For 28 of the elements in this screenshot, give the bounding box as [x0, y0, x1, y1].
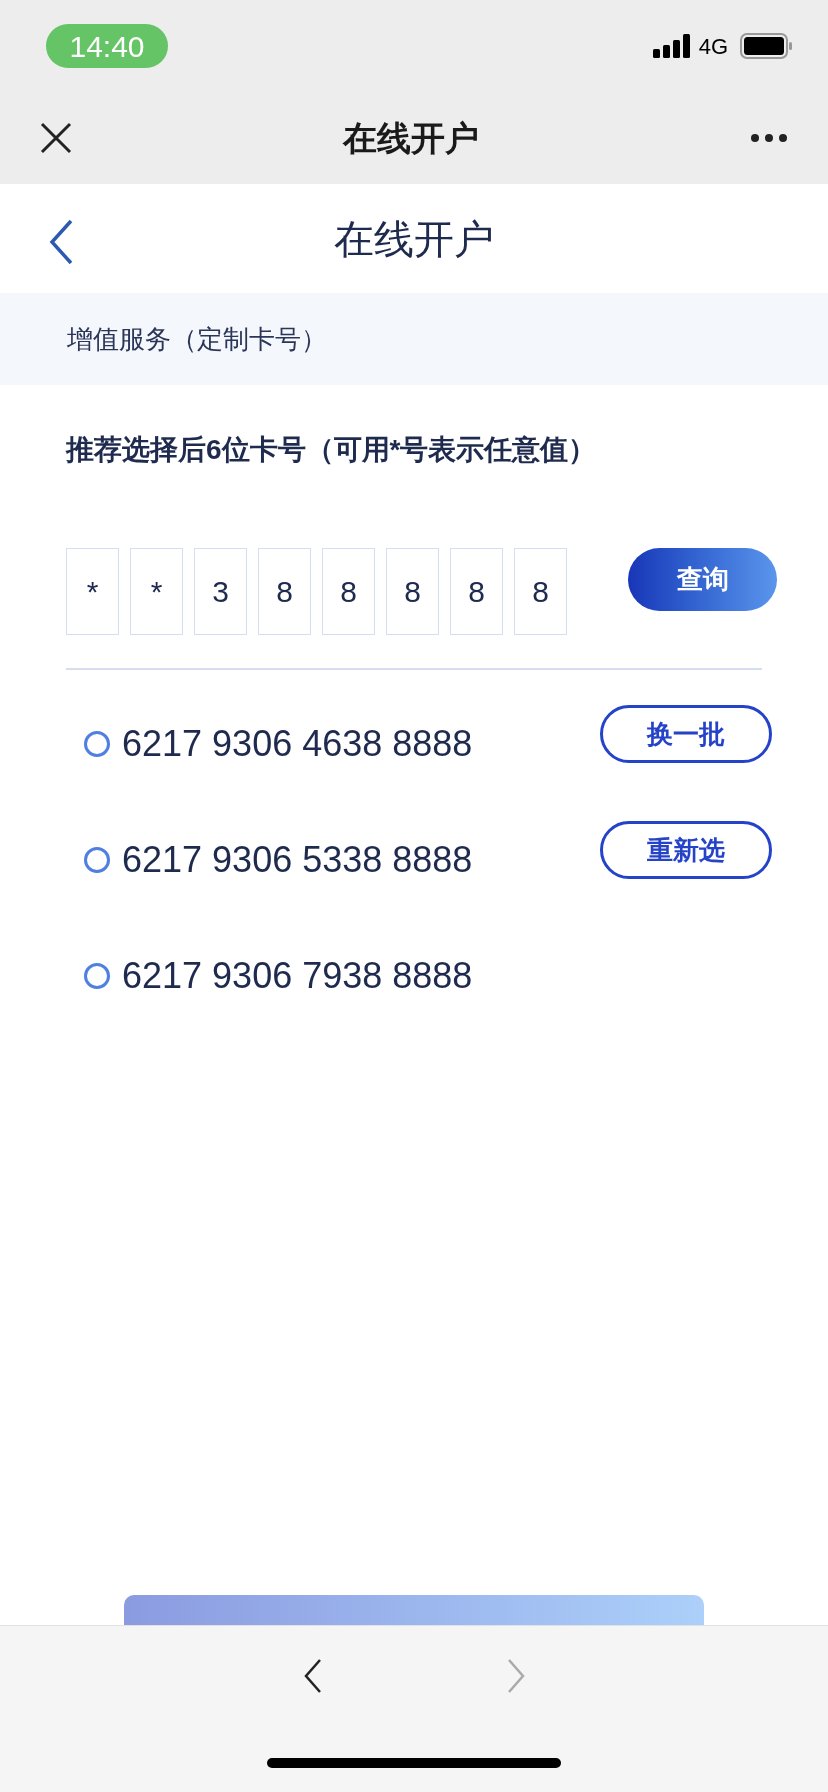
digit-field[interactable]: 8	[322, 548, 375, 635]
card-number: 6217 9306 4638 8888	[122, 722, 473, 766]
digit-field[interactable]: 8	[258, 548, 311, 635]
section-title: 增值服务（定制卡号）	[67, 322, 327, 356]
battery-icon	[740, 33, 792, 59]
close-icon[interactable]	[40, 122, 72, 154]
nav-title: 在线开户	[343, 117, 479, 159]
digit-field[interactable]: 3	[194, 548, 247, 635]
network-label: 4G	[698, 32, 728, 61]
digit-field[interactable]: 8	[514, 548, 567, 635]
digit-field[interactable]: 8	[450, 548, 503, 635]
prompt-text: 推荐选择后6位卡号（可用*号表示任意值）	[66, 433, 597, 467]
card-number: 6217 9306 7938 8888	[122, 954, 473, 998]
action-button[interactable]: 换一批	[600, 705, 772, 763]
query-button[interactable]: 查询	[628, 548, 777, 611]
status-time: 14:40	[46, 24, 168, 68]
more-icon[interactable]	[750, 133, 788, 143]
radio-button[interactable]	[84, 963, 110, 989]
page-title: 在线开户	[334, 215, 494, 263]
card-number: 6217 9306 5338 8888	[122, 838, 473, 882]
radio-button[interactable]	[84, 847, 110, 873]
back-icon[interactable]	[48, 219, 74, 265]
digit-field[interactable]: *	[130, 548, 183, 635]
digit-field[interactable]: *	[66, 548, 119, 635]
radio-button[interactable]	[84, 731, 110, 757]
action-button[interactable]: 重新选	[600, 821, 772, 879]
signal-icon	[652, 34, 691, 58]
digit-field[interactable]: 8	[386, 548, 439, 635]
